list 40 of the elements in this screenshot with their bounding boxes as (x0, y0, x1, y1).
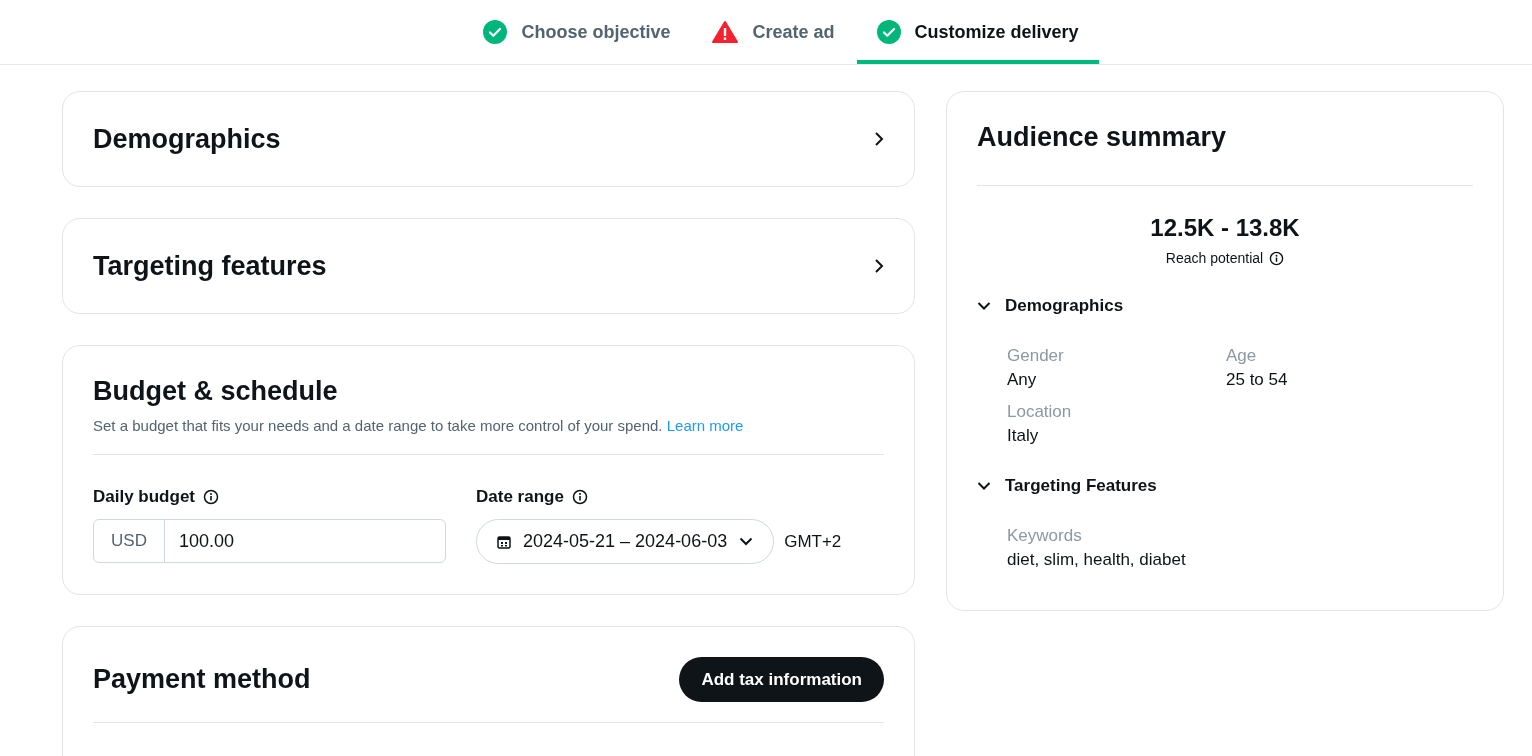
chevron-right-icon (874, 258, 884, 274)
section-title: Budget & schedule (93, 376, 338, 406)
summary-field-value: 25 to 54 (1226, 370, 1289, 390)
warning-icon (712, 21, 739, 43)
calendar-icon (497, 534, 511, 549)
section-title: Payment method (93, 664, 311, 695)
summary-field-label: Age (1226, 346, 1258, 366)
timezone-label: GMT+2 (784, 531, 842, 552)
reach-value: 12.5K - 13.8K (1150, 214, 1300, 242)
summary-field-label: Gender (1007, 346, 1065, 366)
info-icon[interactable] (571, 489, 588, 505)
collapsed-section-card[interactable]: Targeting features (62, 218, 915, 314)
summary-field-label: Keywords (1007, 526, 1083, 546)
chevron-right-icon (874, 131, 884, 147)
summary-field-value: Any (1007, 370, 1038, 390)
step-tab[interactable]: Customize delivery (856, 0, 1099, 64)
summary-field-label: Location (1007, 402, 1073, 422)
reach-label: Reach potential (1165, 250, 1264, 266)
section-title: Demographics (93, 123, 281, 155)
summary-group-toggle[interactable]: Demographics (977, 296, 1124, 316)
section-description: Set a budget that fits your needs and a date range to take more control of your spend. Learn more (93, 417, 745, 434)
section-title: Targeting features (93, 250, 327, 282)
date-range-dropdown[interactable]: 2024-05-21 – 2024-06-03 (476, 519, 775, 564)
info-icon[interactable] (1269, 250, 1285, 266)
add-tax-information-button[interactable]: Add tax information (679, 657, 884, 702)
summary-title: Audience summary (977, 122, 1227, 152)
step-tab[interactable]: Create ad (692, 0, 855, 64)
field-label: Daily budget (93, 487, 195, 507)
info-icon[interactable] (203, 489, 219, 505)
summary-group-toggle[interactable]: Targeting Features (977, 476, 1157, 496)
chevron-down-icon (739, 537, 754, 546)
budget-input-field[interactable]: USD 100.00 (93, 519, 446, 563)
check-circle-icon (483, 20, 508, 44)
check-circle-icon (876, 20, 901, 44)
summary-field-value: diet, slim, health, diabet (1007, 550, 1187, 570)
collapsed-section-card[interactable]: Demographics (62, 91, 915, 187)
summary-field-value: Italy (1007, 426, 1040, 446)
field-label: Date range (476, 487, 564, 507)
currency-label: USD (94, 520, 165, 562)
step-tab[interactable]: Choose objective (463, 0, 691, 64)
